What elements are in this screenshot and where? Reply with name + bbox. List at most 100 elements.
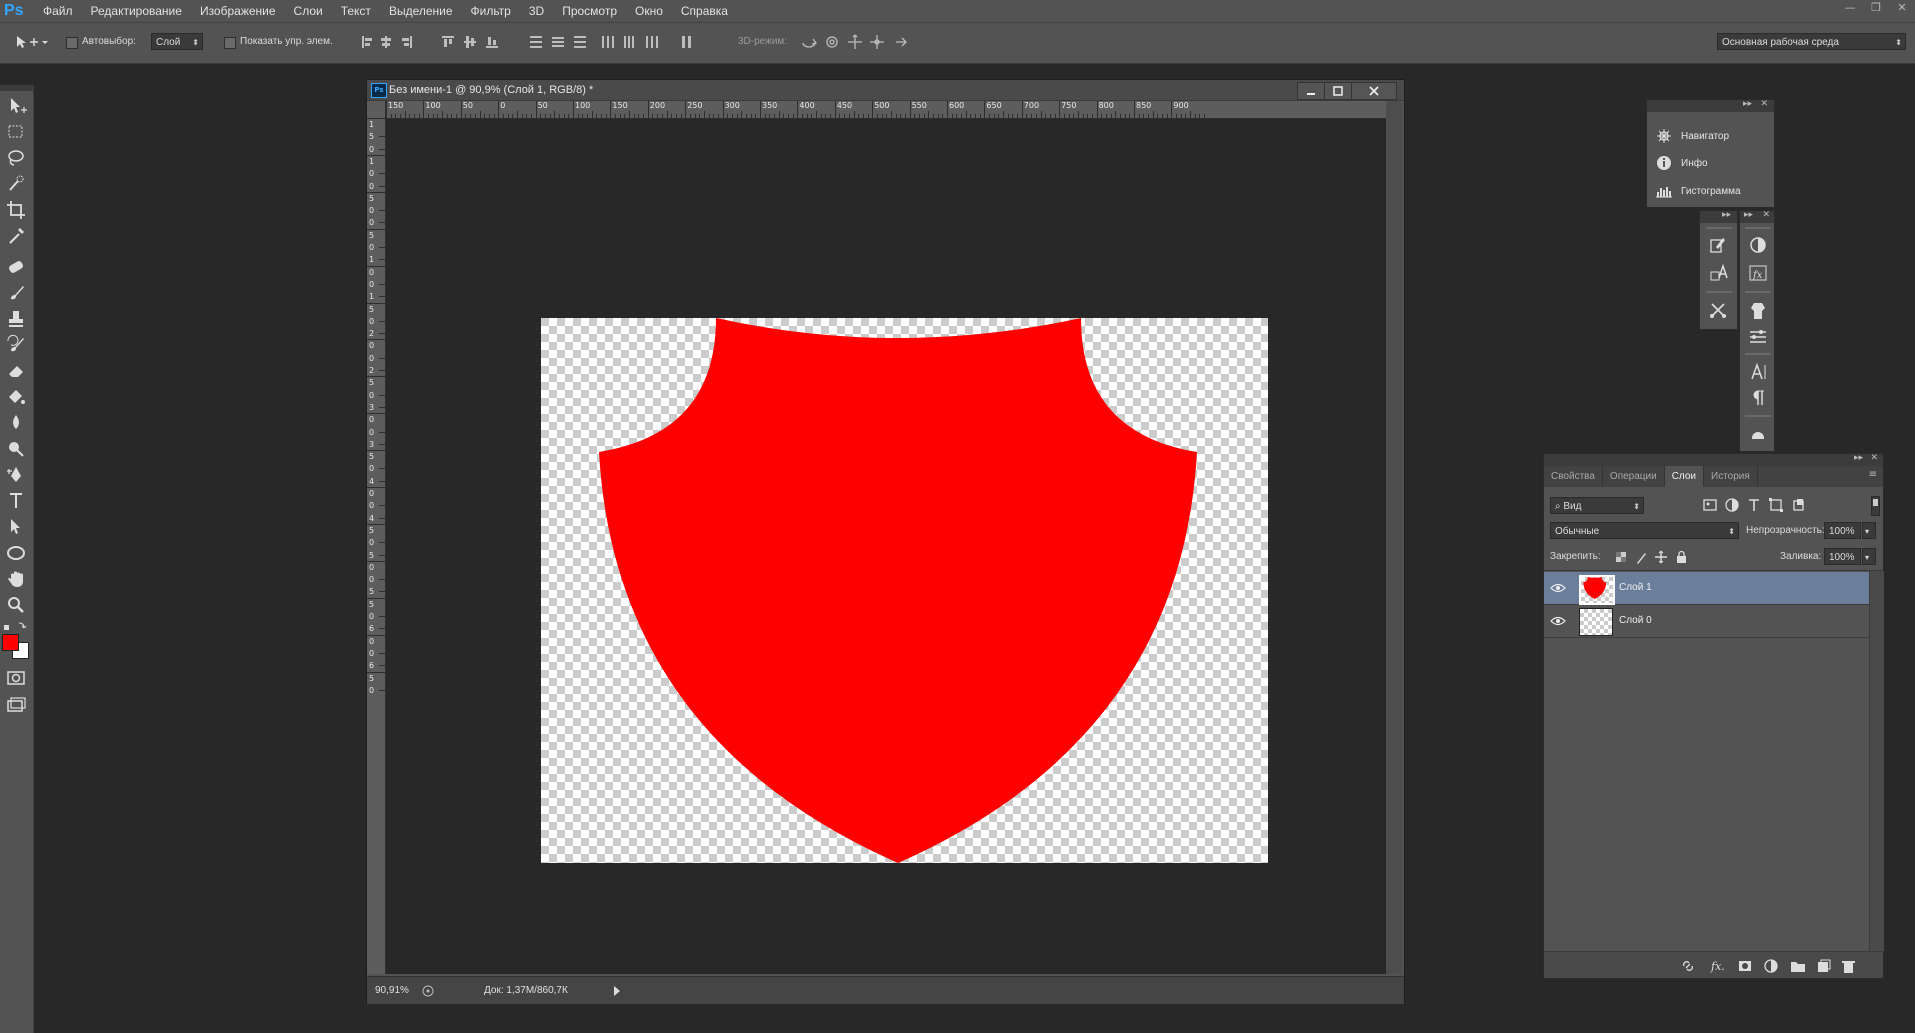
- history-brush-tool-icon[interactable]: [3, 333, 29, 357]
- workspace-dropdown[interactable]: Основная рабочая среда ⬍: [1717, 33, 1906, 50]
- collapse-icon[interactable]: ▸▸: [1854, 453, 1863, 463]
- healing-tool-icon[interactable]: [3, 255, 29, 279]
- menu-layers[interactable]: Слои: [285, 0, 332, 22]
- visibility-eye-icon[interactable]: [1550, 614, 1566, 628]
- tool-presets-icon[interactable]: [1706, 299, 1732, 321]
- opacity-input[interactable]: 100%: [1824, 522, 1861, 539]
- layers-panel-header[interactable]: ▸▸ ✕: [1544, 453, 1883, 466]
- layer-row-0[interactable]: Слой 0: [1544, 605, 1869, 638]
- menu-image[interactable]: Изображение: [191, 0, 285, 22]
- layer-name[interactable]: Слой 0: [1619, 605, 1652, 637]
- tab-properties[interactable]: Свойства: [1544, 466, 1603, 487]
- navigator-item[interactable]: Навигатор: [1655, 123, 1729, 149]
- mini-panel-header[interactable]: ▸▸ ✕: [1647, 99, 1774, 112]
- info-item[interactable]: Инфо: [1655, 150, 1708, 176]
- visibility-eye-icon[interactable]: [1550, 581, 1566, 595]
- menu-filter[interactable]: Фильтр: [462, 0, 520, 22]
- doc-close-button[interactable]: [1351, 82, 1397, 100]
- eyedropper-tool-icon[interactable]: [3, 224, 29, 248]
- crop-tool-icon[interactable]: [3, 198, 29, 222]
- close-icon[interactable]: ✕: [1870, 453, 1878, 463]
- type-tool-icon[interactable]: [3, 489, 29, 513]
- layer-name[interactable]: Слой 1: [1619, 572, 1652, 604]
- stamp-tool-icon[interactable]: [3, 307, 29, 331]
- paragraph-icon[interactable]: [1745, 387, 1771, 409]
- document-canvas[interactable]: [541, 318, 1268, 863]
- menu-select[interactable]: Выделение: [380, 0, 462, 22]
- icon-strip-right-header[interactable]: ▸▸ ✕: [1740, 210, 1774, 223]
- document-title-bar[interactable]: Ps Без имени-1 @ 90,9% (Слой 1, RGB/8) *: [367, 80, 1404, 101]
- collapse-icon[interactable]: ▸▸: [1744, 210, 1753, 220]
- collapse-icon[interactable]: ▸▸: [1743, 99, 1752, 109]
- filter-toggle-switch[interactable]: [1871, 496, 1880, 516]
- minimize-button[interactable]: —: [1837, 0, 1863, 16]
- swap-colors-icon[interactable]: [3, 621, 29, 633]
- clone-source-icon[interactable]: [1745, 299, 1771, 321]
- adjustments-icon[interactable]: [1745, 234, 1771, 256]
- eraser-tool-icon[interactable]: [3, 359, 29, 383]
- opacity-dropdown-button[interactable]: ▾: [1862, 522, 1876, 539]
- layer-row-1[interactable]: Слой 1: [1544, 572, 1869, 605]
- close-icon[interactable]: ✕: [1762, 210, 1770, 220]
- layer-filter-icons[interactable]: [1702, 497, 1812, 513]
- autoselect-checkbox[interactable]: [66, 37, 78, 49]
- menu-window[interactable]: Окно: [626, 0, 672, 22]
- tab-history[interactable]: История: [1704, 466, 1758, 487]
- character-styles-icon[interactable]: [1706, 262, 1732, 284]
- layer-comps-icon[interactable]: [1745, 325, 1771, 347]
- hand-tool-icon[interactable]: [3, 567, 29, 591]
- horizontal-ruler[interactable]: 150 100 50 0 50 100 150 200 250 300 350 400 450 500 55…: [386, 101, 1386, 119]
- ruler-origin[interactable]: [367, 101, 386, 119]
- zoom-tool-icon[interactable]: [3, 593, 29, 617]
- collapse-icon[interactable]: ▸▸: [1722, 210, 1731, 220]
- layer-filter-dropdown[interactable]: ⌕ Вид ⬍: [1550, 497, 1644, 514]
- layer-list-scrollbar[interactable]: [1869, 571, 1884, 951]
- doc-maximize-button[interactable]: [1324, 82, 1352, 100]
- lock-icons[interactable]: [1615, 549, 1695, 565]
- zoom-level[interactable]: 90,91%: [375, 977, 409, 1004]
- status-options-icon[interactable]: [421, 984, 435, 998]
- foreground-color-swatch[interactable]: [2, 634, 19, 651]
- autoselect-dropdown[interactable]: Слой ⬍: [151, 33, 203, 50]
- vertical-ruler[interactable]: 1 5 0 1 0 0 5 0 0 5 0 1 0 0 1 5 0 2 0 0 2 5 0 3 0 0 3 5 0 4 0 0 4 5 0 5 0 0 5 5…: [367, 118, 386, 974]
- tab-layers[interactable]: Слои: [1664, 466, 1705, 487]
- dodge-tool-icon[interactable]: [3, 437, 29, 461]
- close-icon[interactable]: ✕: [1760, 99, 1768, 109]
- menu-file[interactable]: Файл: [34, 0, 82, 22]
- vertical-scrollbar[interactable]: [1386, 101, 1402, 974]
- menu-view[interactable]: Просмотр: [553, 0, 626, 22]
- pen-tool-icon[interactable]: [3, 463, 29, 487]
- menu-edit[interactable]: Редактирование: [82, 0, 191, 22]
- blur-tool-icon[interactable]: [3, 411, 29, 435]
- menu-type[interactable]: Текст: [332, 0, 380, 22]
- menu-help[interactable]: Справка: [672, 0, 737, 22]
- restore-button[interactable]: ❐: [1863, 0, 1889, 16]
- close-button[interactable]: ✕: [1889, 0, 1915, 16]
- icon-strip-left-header[interactable]: ▸▸: [1700, 210, 1737, 223]
- tab-actions[interactable]: Операции: [1603, 466, 1665, 487]
- histogram-item[interactable]: Гистограмма: [1655, 178, 1741, 204]
- doc-minimize-button[interactable]: [1297, 82, 1325, 100]
- canvas-artwork[interactable]: [541, 318, 1268, 863]
- styles-fx-icon[interactable]: fx: [1745, 262, 1771, 284]
- show-controls-checkbox[interactable]: [224, 37, 236, 49]
- character-icon[interactable]: [1745, 361, 1771, 383]
- fill-input[interactable]: 100%: [1824, 548, 1861, 565]
- shape-tool-icon[interactable]: [3, 541, 29, 565]
- blend-mode-dropdown[interactable]: Обычные ⬍: [1550, 522, 1739, 539]
- brush-tool-icon[interactable]: [3, 281, 29, 305]
- move-tool-icon[interactable]: [3, 94, 29, 118]
- screen-mode-icon[interactable]: [3, 694, 29, 718]
- move-tool-preset-icon[interactable]: [14, 34, 48, 50]
- 3d-mode-icons[interactable]: [801, 33, 921, 51]
- path-select-tool-icon[interactable]: [3, 515, 29, 539]
- status-menu-arrow-icon[interactable]: [612, 985, 622, 997]
- quick-select-tool-icon[interactable]: [3, 172, 29, 196]
- panel-menu-icon[interactable]: ≡: [1869, 469, 1877, 480]
- menu-3d[interactable]: 3D: [520, 0, 553, 22]
- fill-dropdown-button[interactable]: ▾: [1862, 548, 1876, 565]
- extra-panel-icon[interactable]: [1745, 425, 1771, 439]
- lasso-tool-icon[interactable]: [3, 146, 29, 170]
- brush-presets-icon[interactable]: [1706, 234, 1732, 256]
- quick-mask-icon[interactable]: [3, 666, 29, 690]
